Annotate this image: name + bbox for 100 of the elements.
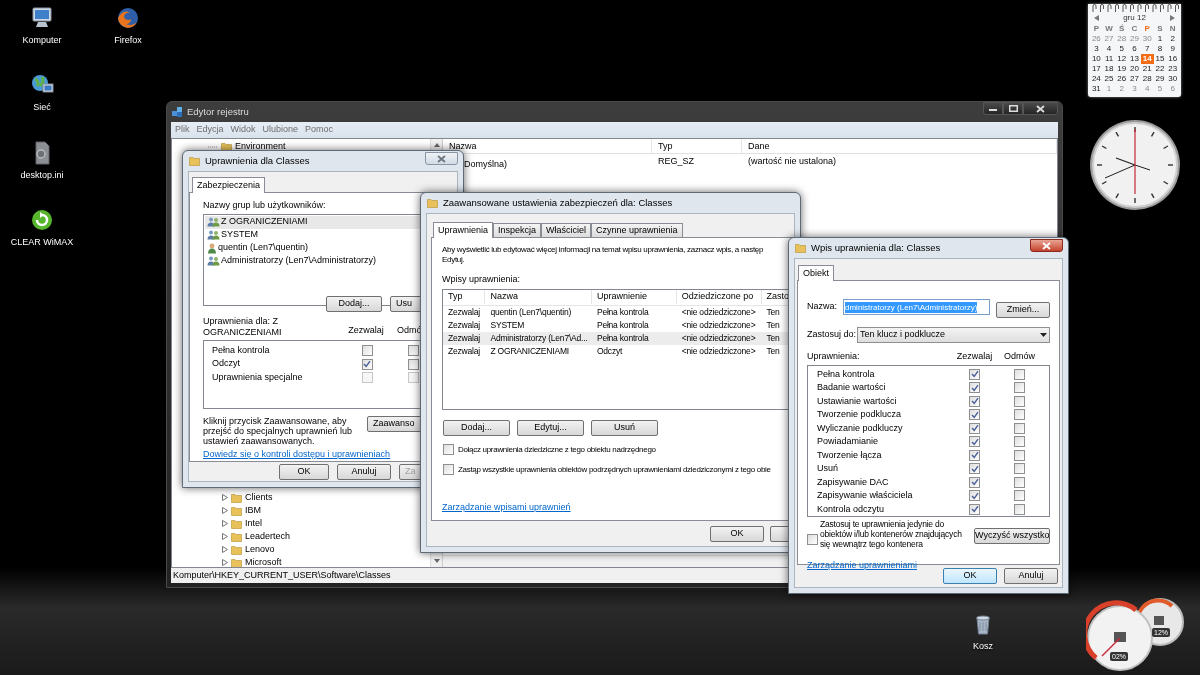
dialog-button[interactable]: Zmień...: [996, 301, 1050, 318]
desktop-icon-label[interactable]: desktop.ini: [20, 169, 64, 183]
calendar-day[interactable]: 8: [1153, 44, 1167, 54]
desktop-icon-label[interactable]: Sieć: [33, 101, 51, 115]
calendar-day[interactable]: 1: [1102, 84, 1116, 94]
checkbox[interactable]: [1014, 382, 1025, 394]
desktop-icon-label[interactable]: Kosz: [973, 640, 993, 654]
checkbox[interactable]: [969, 395, 980, 407]
tab[interactable]: Czynne uprawnienia: [591, 223, 683, 237]
calendar-day[interactable]: 24: [1090, 74, 1103, 84]
checkbox[interactable]: [969, 449, 980, 461]
checkbox[interactable]: [969, 436, 980, 448]
checkbox[interactable]: [1014, 436, 1025, 448]
checkbox[interactable]: [361, 345, 373, 356]
table-row[interactable]: Zezwalaj SYSTEM Pełna kontrola <nie odziedziczone> Ten: [443, 318, 793, 332]
dialog-button[interactable]: OK: [279, 463, 329, 480]
checkbox[interactable]: [969, 476, 980, 488]
tree-item[interactable]: IBM: [245, 503, 261, 518]
calendar-day[interactable]: 26: [1115, 74, 1129, 84]
calendar-day[interactable]: 19: [1115, 64, 1129, 74]
calendar-day[interactable]: 11: [1102, 54, 1116, 64]
checkbox[interactable]: [969, 490, 980, 502]
tree-item[interactable]: Intel: [245, 516, 262, 531]
table-row[interactable]: Zezwalaj Z OGRANICZENIAMI Odczyt <nie odziedziczone> Ten: [443, 344, 793, 358]
tree-item[interactable]: Environment: [235, 139, 286, 154]
calendar-day[interactable]: 9: [1166, 44, 1179, 54]
dialog-button[interactable]: OK: [943, 568, 997, 584]
column-header[interactable]: Typ: [652, 139, 742, 153]
calendar-day[interactable]: 3: [1128, 84, 1141, 94]
help-link[interactable]: Dowiedz się o kontroli dostępu i uprawnieniach: [203, 447, 391, 461]
checkbox[interactable]: [443, 444, 454, 455]
dialog-button[interactable]: Anuluj: [1004, 568, 1058, 584]
desktop-icon-label[interactable]: Komputer: [22, 34, 62, 48]
checkbox[interactable]: [1014, 476, 1025, 488]
checkbox[interactable]: [1014, 368, 1025, 380]
checkbox[interactable]: [969, 368, 980, 380]
checkbox[interactable]: [1014, 463, 1025, 475]
calendar-day[interactable]: 12: [1115, 54, 1129, 64]
help-link[interactable]: Zarządzanie wpisami uprawnień: [442, 500, 571, 514]
desktop-icon-label[interactable]: CLEAR WiMAX: [10, 236, 74, 250]
dialog-button[interactable]: Anuluj: [337, 463, 391, 480]
apply-dropdown[interactable]: Ten klucz i podklucze: [857, 327, 1050, 343]
dialog-button[interactable]: OK: [710, 525, 764, 542]
calendar-day[interactable]: 29: [1153, 74, 1167, 84]
desktop-icon-label[interactable]: Firefox: [114, 34, 142, 48]
checkbox[interactable]: [969, 503, 980, 515]
minimize-button[interactable]: [983, 102, 1003, 115]
calendar-day[interactable]: 17: [1090, 64, 1103, 74]
calendar-day[interactable]: 16: [1166, 54, 1179, 64]
checkbox[interactable]: [1014, 449, 1025, 461]
checkbox[interactable]: [407, 345, 419, 356]
table-row[interactable]: Zezwalaj quentin (Len7\quentin) Pełna kontrola <nie odziedziczone> Ten: [443, 305, 793, 319]
calendar-day[interactable]: 6: [1128, 44, 1141, 54]
checkbox[interactable]: [1014, 422, 1025, 434]
calendar-day[interactable]: 31: [1090, 84, 1103, 94]
tab[interactable]: Zabezpieczenia: [192, 177, 266, 193]
tree-item[interactable]: Microsoft: [245, 555, 282, 567]
checkbox[interactable]: [969, 382, 980, 394]
checkbox[interactable]: [407, 358, 419, 370]
calendar-day[interactable]: 28: [1140, 74, 1154, 84]
checkbox[interactable]: [1014, 409, 1025, 421]
column-header[interactable]: Odziedziczone po: [676, 290, 762, 304]
menu-item[interactable]: Widok: [230, 123, 256, 137]
column-header[interactable]: Dane: [742, 139, 1057, 153]
column-header[interactable]: Nazwa: [485, 290, 592, 304]
calendar-day[interactable]: 10: [1090, 54, 1103, 64]
dialog-button[interactable]: Wyczyść wszystko: [974, 527, 1050, 544]
calendar-day[interactable]: 4: [1102, 44, 1116, 54]
close-button[interactable]: [1023, 102, 1058, 115]
calendar-day[interactable]: 25: [1102, 74, 1116, 84]
calendar-day[interactable]: 21: [1140, 64, 1154, 74]
calendar-day[interactable]: 7: [1140, 44, 1154, 54]
checkbox[interactable]: [443, 464, 454, 475]
close-button[interactable]: [1030, 239, 1063, 252]
calendar-day[interactable]: 15: [1153, 54, 1167, 64]
menu-item[interactable]: Pomoc: [305, 123, 334, 137]
calendar-day[interactable]: 4: [1140, 84, 1154, 94]
calendar-day[interactable]: 3: [1090, 44, 1103, 54]
tree-item[interactable]: Leadertech: [245, 529, 291, 544]
checkbox[interactable]: [969, 422, 980, 434]
next-month-icon[interactable]: [1170, 15, 1175, 21]
column-header[interactable]: Uprawnienie: [591, 290, 677, 304]
checkbox[interactable]: [1014, 503, 1025, 515]
tree-item[interactable]: Clients: [245, 490, 273, 505]
menu-item[interactable]: Ulubione: [262, 123, 299, 137]
calendar-day[interactable]: 27: [1128, 74, 1141, 84]
checkbox[interactable]: [807, 534, 818, 545]
tree-item[interactable]: Lenovo: [245, 542, 275, 557]
calendar-day[interactable]: 5: [1115, 44, 1129, 54]
calendar-day[interactable]: 30: [1166, 74, 1179, 84]
checkbox[interactable]: [1014, 490, 1025, 502]
calendar-day[interactable]: 13: [1128, 54, 1141, 64]
menu-item[interactable]: Edycja: [196, 123, 224, 137]
tab[interactable]: Inspekcja: [493, 223, 542, 237]
checkbox[interactable]: [361, 358, 373, 370]
previous-month-icon[interactable]: [1094, 15, 1099, 21]
dialog-button[interactable]: Dodaj...: [326, 295, 382, 312]
calendar-day[interactable]: 22: [1153, 64, 1167, 74]
calendar-day[interactable]: 23: [1166, 64, 1179, 74]
dialog-button[interactable]: Usuń: [591, 419, 658, 436]
